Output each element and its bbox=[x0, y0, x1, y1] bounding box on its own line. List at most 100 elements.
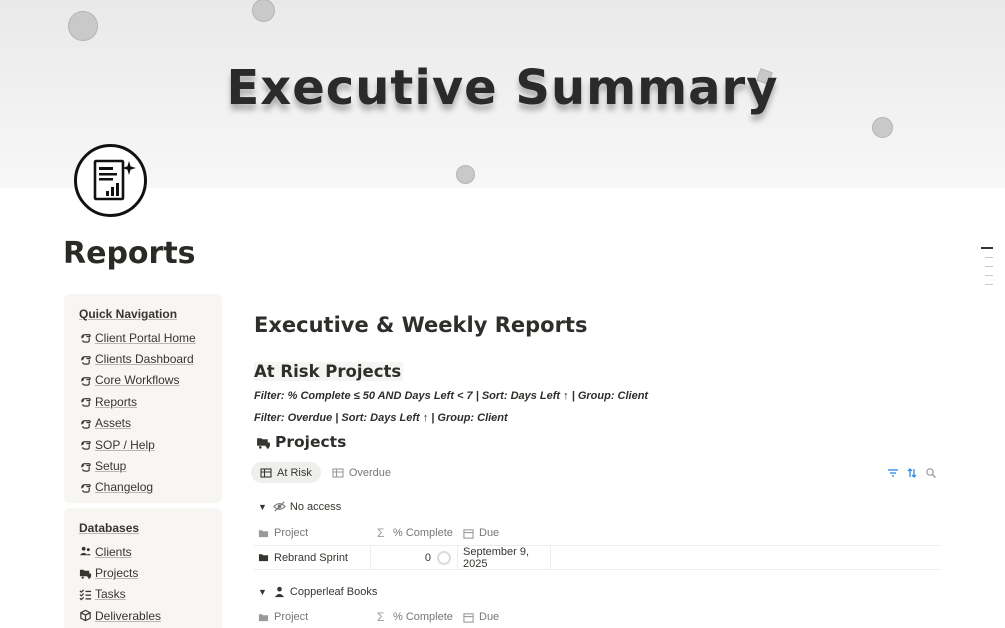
hand-pointer-icon bbox=[81, 462, 91, 472]
hand-pointer-icon bbox=[81, 377, 91, 386]
database-toolbar bbox=[887, 467, 944, 479]
db-item-projects[interactable]: Projects bbox=[64, 562, 222, 583]
sigma-icon: Σ bbox=[377, 525, 385, 540]
group-name: Copperleaf Books bbox=[289, 585, 378, 598]
column-project[interactable]: Project bbox=[258, 611, 377, 623]
filter-icon[interactable] bbox=[887, 467, 899, 479]
column-header-row: Project Σ % Complete Due bbox=[258, 524, 499, 542]
nav-item-label[interactable]: Core Workflows bbox=[95, 373, 179, 387]
hand-pointer-icon bbox=[81, 355, 91, 365]
progress-ring bbox=[437, 550, 451, 565]
report-chart-icon[interactable] bbox=[74, 144, 147, 217]
nav-item-label[interactable]: SOP / Help bbox=[95, 438, 155, 452]
people-icon bbox=[79, 547, 92, 556]
folder-truck-icon bbox=[257, 437, 270, 449]
filter-description: Filter: % Complete ≤ 50 AND Days Left < … bbox=[254, 390, 649, 402]
subsection-heading: At Risk Projects bbox=[254, 362, 404, 381]
sigma-icon: Σ bbox=[377, 609, 385, 624]
calendar-icon bbox=[463, 528, 474, 539]
toc-marker[interactable] bbox=[985, 284, 993, 285]
calendar-icon bbox=[463, 612, 474, 623]
toggle-triangle-icon[interactable]: ▼ bbox=[258, 587, 267, 597]
db-item-clients[interactable]: Clients bbox=[64, 541, 222, 562]
nav-item-assets[interactable]: Assets bbox=[64, 413, 222, 434]
hand-pointer-icon bbox=[81, 419, 91, 429]
db-item-deliverables[interactable]: Deliverables bbox=[64, 605, 222, 626]
tab-overdue[interactable]: Overdue bbox=[323, 462, 400, 483]
table-icon bbox=[260, 467, 272, 478]
db-item-label[interactable]: Deliverables bbox=[95, 609, 161, 623]
nav-item-reports[interactable]: Reports bbox=[64, 391, 222, 412]
nav-item-changelog[interactable]: Changelog bbox=[64, 477, 222, 498]
column-percent-complete[interactable]: Σ % Complete bbox=[377, 609, 463, 624]
folder-icon bbox=[258, 529, 269, 537]
nav-item-core-workflows[interactable]: Core Workflows bbox=[64, 370, 222, 391]
nav-item-label[interactable]: Reports bbox=[95, 395, 137, 409]
group-name: No access bbox=[289, 500, 342, 513]
database-title-label[interactable]: Projects bbox=[275, 433, 346, 451]
cell-due[interactable]: September 9, 2025 bbox=[458, 546, 550, 570]
nav-item-label[interactable]: Clients Dashboard bbox=[95, 352, 194, 366]
toc-marker[interactable] bbox=[981, 247, 993, 249]
tab-label: At Risk bbox=[277, 466, 312, 479]
db-item-label[interactable]: Projects bbox=[95, 566, 138, 580]
column-project[interactable]: Project bbox=[258, 527, 377, 539]
nav-item-clients-dashboard[interactable]: Clients Dashboard bbox=[64, 348, 222, 369]
column-due[interactable]: Due bbox=[463, 611, 499, 623]
tab-at-risk[interactable]: At Risk bbox=[251, 462, 321, 483]
group-header[interactable]: ▼ No access bbox=[258, 500, 341, 513]
decor-circle bbox=[456, 165, 475, 184]
hand-pointer-icon bbox=[81, 334, 91, 343]
cover-title: Executive Summary bbox=[226, 60, 779, 116]
filter-description: Filter: Overdue | Sort: Days Left ↑ | Gr… bbox=[254, 412, 508, 424]
nav-item-label[interactable]: Changelog bbox=[95, 480, 153, 494]
decor-circle bbox=[252, 0, 275, 22]
nav-item-sop-help[interactable]: SOP / Help bbox=[64, 434, 222, 455]
page-title: Reports bbox=[63, 236, 196, 271]
decor-circle bbox=[872, 117, 893, 138]
sort-icon[interactable] bbox=[906, 467, 918, 479]
toc-marker[interactable] bbox=[985, 257, 993, 258]
table-icon bbox=[332, 467, 344, 478]
view-tabs: At Risk Overdue bbox=[251, 462, 402, 483]
hand-pointer-icon bbox=[81, 441, 91, 450]
eye-slash-icon bbox=[273, 501, 286, 512]
cell-percent-complete[interactable]: 0 bbox=[371, 546, 457, 569]
cell-divider bbox=[550, 546, 551, 569]
column-percent-complete[interactable]: Σ % Complete bbox=[377, 525, 463, 540]
cell-project[interactable]: Rebrand Sprint bbox=[254, 546, 370, 569]
cover-image: Executive Summary bbox=[0, 0, 1005, 188]
tab-label: Overdue bbox=[348, 466, 392, 479]
folder-truck-icon bbox=[79, 569, 92, 579]
toc-marker[interactable] bbox=[985, 266, 993, 267]
db-item-tasks[interactable]: Tasks bbox=[64, 584, 222, 605]
database-title[interactable]: Projects bbox=[256, 433, 346, 451]
section-heading: Executive & Weekly Reports bbox=[254, 313, 588, 337]
toc-marker[interactable] bbox=[985, 275, 993, 276]
databases-heading: Databases bbox=[79, 521, 140, 535]
nav-item-client-portal-home[interactable]: Client Portal Home bbox=[64, 327, 222, 348]
databases-card: Databases Clients Projects Tasks Deliver… bbox=[64, 508, 222, 628]
nav-item-label[interactable]: Client Portal Home bbox=[95, 331, 196, 345]
folder-icon bbox=[258, 554, 269, 562]
folder-icon bbox=[258, 613, 269, 621]
group-header[interactable]: ▼ Copperleaf Books bbox=[258, 585, 377, 598]
nav-item-label[interactable]: Assets bbox=[95, 416, 131, 430]
search-icon[interactable] bbox=[925, 467, 937, 479]
column-header-row: Project Σ % Complete Due bbox=[258, 608, 499, 626]
db-item-label[interactable]: Tasks bbox=[95, 587, 126, 601]
column-due[interactable]: Due bbox=[463, 527, 499, 539]
table-row[interactable]: Rebrand Sprint 0 September 9, 2025 bbox=[254, 545, 941, 570]
nav-item-setup[interactable]: Setup bbox=[64, 455, 222, 476]
hand-pointer-icon bbox=[81, 484, 91, 493]
table-of-contents-rail[interactable] bbox=[981, 247, 993, 293]
quick-navigation-heading: Quick Navigation bbox=[79, 307, 178, 321]
quick-navigation-card: Quick Navigation Client Portal Home Clie… bbox=[64, 294, 222, 503]
package-icon bbox=[80, 610, 91, 622]
nav-item-label[interactable]: Setup bbox=[95, 459, 126, 473]
decor-circle bbox=[68, 11, 98, 41]
db-item-label[interactable]: Clients bbox=[95, 545, 132, 559]
checklist-icon bbox=[79, 589, 92, 601]
toggle-triangle-icon[interactable]: ▼ bbox=[258, 502, 267, 512]
person-icon bbox=[274, 586, 285, 598]
